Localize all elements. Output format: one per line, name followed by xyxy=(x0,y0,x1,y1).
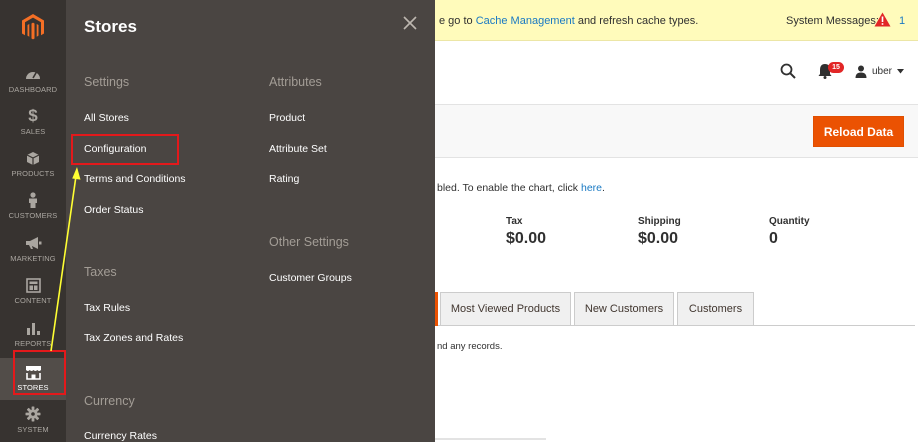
user-menu[interactable]: uber xyxy=(855,65,905,78)
cache-management-link[interactable]: Cache Management xyxy=(476,15,575,27)
magento-logo-icon[interactable] xyxy=(0,0,66,54)
message-prefix: e go to xyxy=(439,15,476,27)
menu-rating[interactable]: Rating xyxy=(269,173,299,185)
menu-product[interactable]: Product xyxy=(269,112,305,124)
person-icon xyxy=(27,190,39,210)
menu-order-status[interactable]: Order Status xyxy=(84,204,144,216)
gear-icon xyxy=(25,404,41,424)
stat-quantity-value: 0 xyxy=(769,230,778,247)
reload-data-button[interactable]: Reload Data xyxy=(813,116,904,147)
taxes-heading: Taxes xyxy=(84,265,117,279)
stat-tax-label: Tax xyxy=(506,216,523,227)
layout-icon xyxy=(25,275,41,295)
nav-customers-label: CUSTOMERS xyxy=(8,211,58,220)
cube-icon xyxy=(26,148,40,168)
tab-most-viewed-products[interactable]: Most Viewed Products xyxy=(440,292,571,326)
menu-terms-and-conditions[interactable]: Terms and Conditions xyxy=(84,173,186,185)
menu-all-stores[interactable]: All Stores xyxy=(84,112,129,124)
nav-dashboard-label: DASHBOARD xyxy=(8,85,58,94)
content-divider xyxy=(435,438,546,440)
stores-flyout-panel: Stores Settings All Stores Configuration… xyxy=(66,0,435,442)
menu-tax-zones-and-rates[interactable]: Tax Zones and Rates xyxy=(84,332,183,344)
system-message-text: e go to Cache Management and refresh cac… xyxy=(439,15,698,27)
nav-system[interactable]: SYSTEM xyxy=(0,404,66,442)
nav-products[interactable]: PRODUCTS xyxy=(0,148,66,190)
menu-tax-rules[interactable]: Tax Rules xyxy=(84,302,130,314)
message-suffix: and refresh cache types. xyxy=(574,15,699,27)
chevron-down-icon xyxy=(897,69,905,74)
settings-heading: Settings xyxy=(84,75,130,89)
nav-content-label: CONTENT xyxy=(14,296,52,305)
stores-highlight-box xyxy=(13,350,66,395)
attributes-heading: Attributes xyxy=(269,75,322,89)
no-records-note: nd any records. xyxy=(437,341,503,352)
bar-chart-icon xyxy=(26,318,41,338)
currency-heading: Currency xyxy=(84,394,135,408)
nav-customers[interactable]: CUSTOMERS xyxy=(0,190,66,232)
menu-currency-rates[interactable]: Currency Rates xyxy=(84,430,157,442)
user-icon xyxy=(855,65,867,78)
nav-sales[interactable]: $ SALES xyxy=(0,106,66,148)
search-icon[interactable] xyxy=(780,63,796,84)
warning-icon[interactable] xyxy=(874,12,891,30)
configuration-highlight-box xyxy=(71,134,179,165)
chart-note-prefix: bled. To enable the chart, click xyxy=(437,182,581,194)
page-header: 15 uber xyxy=(435,41,918,104)
tab-customers[interactable]: Customers xyxy=(677,292,754,326)
nav-dashboard[interactable]: DASHBOARD xyxy=(0,64,66,106)
notification-badge: 15 xyxy=(828,62,844,73)
megaphone-icon xyxy=(25,233,42,253)
enable-chart-link[interactable]: here xyxy=(581,182,602,194)
system-message-bar: e go to Cache Management and refresh cac… xyxy=(435,0,918,41)
stat-shipping-label: Shipping xyxy=(638,216,681,227)
user-name: uber xyxy=(872,66,893,77)
system-messages-label: System Messages: xyxy=(786,15,879,27)
stat-shipping-value: $0.00 xyxy=(638,230,679,247)
menu-customer-groups[interactable]: Customer Groups xyxy=(269,272,352,284)
nav-content[interactable]: CONTENT xyxy=(0,275,66,317)
chart-note-suffix: . xyxy=(602,182,605,194)
dashboard-toolbar: Reload Data xyxy=(435,104,918,158)
nav-system-label: SYSTEM xyxy=(17,425,49,434)
flyout-title: Stores xyxy=(84,17,137,36)
tab-new-customers[interactable]: New Customers xyxy=(574,292,674,326)
chart-disabled-note: bled. To enable the chart, click here. xyxy=(437,182,605,194)
other-settings-heading: Other Settings xyxy=(269,235,349,249)
dashboard-icon xyxy=(25,64,41,84)
nav-marketing-label: MARKETING xyxy=(10,254,56,263)
stat-quantity-label: Quantity xyxy=(769,216,810,227)
nav-sales-label: SALES xyxy=(20,127,46,136)
nav-marketing[interactable]: MARKETING xyxy=(0,233,66,275)
close-icon[interactable] xyxy=(401,14,419,32)
menu-attribute-set[interactable]: Attribute Set xyxy=(269,143,327,155)
dollar-icon: $ xyxy=(28,106,38,125)
nav-reports-label: REPORTS xyxy=(14,339,52,348)
nav-products-label: PRODUCTS xyxy=(11,169,55,178)
system-messages-count[interactable]: 1 xyxy=(899,15,905,27)
tab-active-edge[interactable] xyxy=(435,292,438,326)
stat-tax-value: $0.00 xyxy=(506,230,547,247)
